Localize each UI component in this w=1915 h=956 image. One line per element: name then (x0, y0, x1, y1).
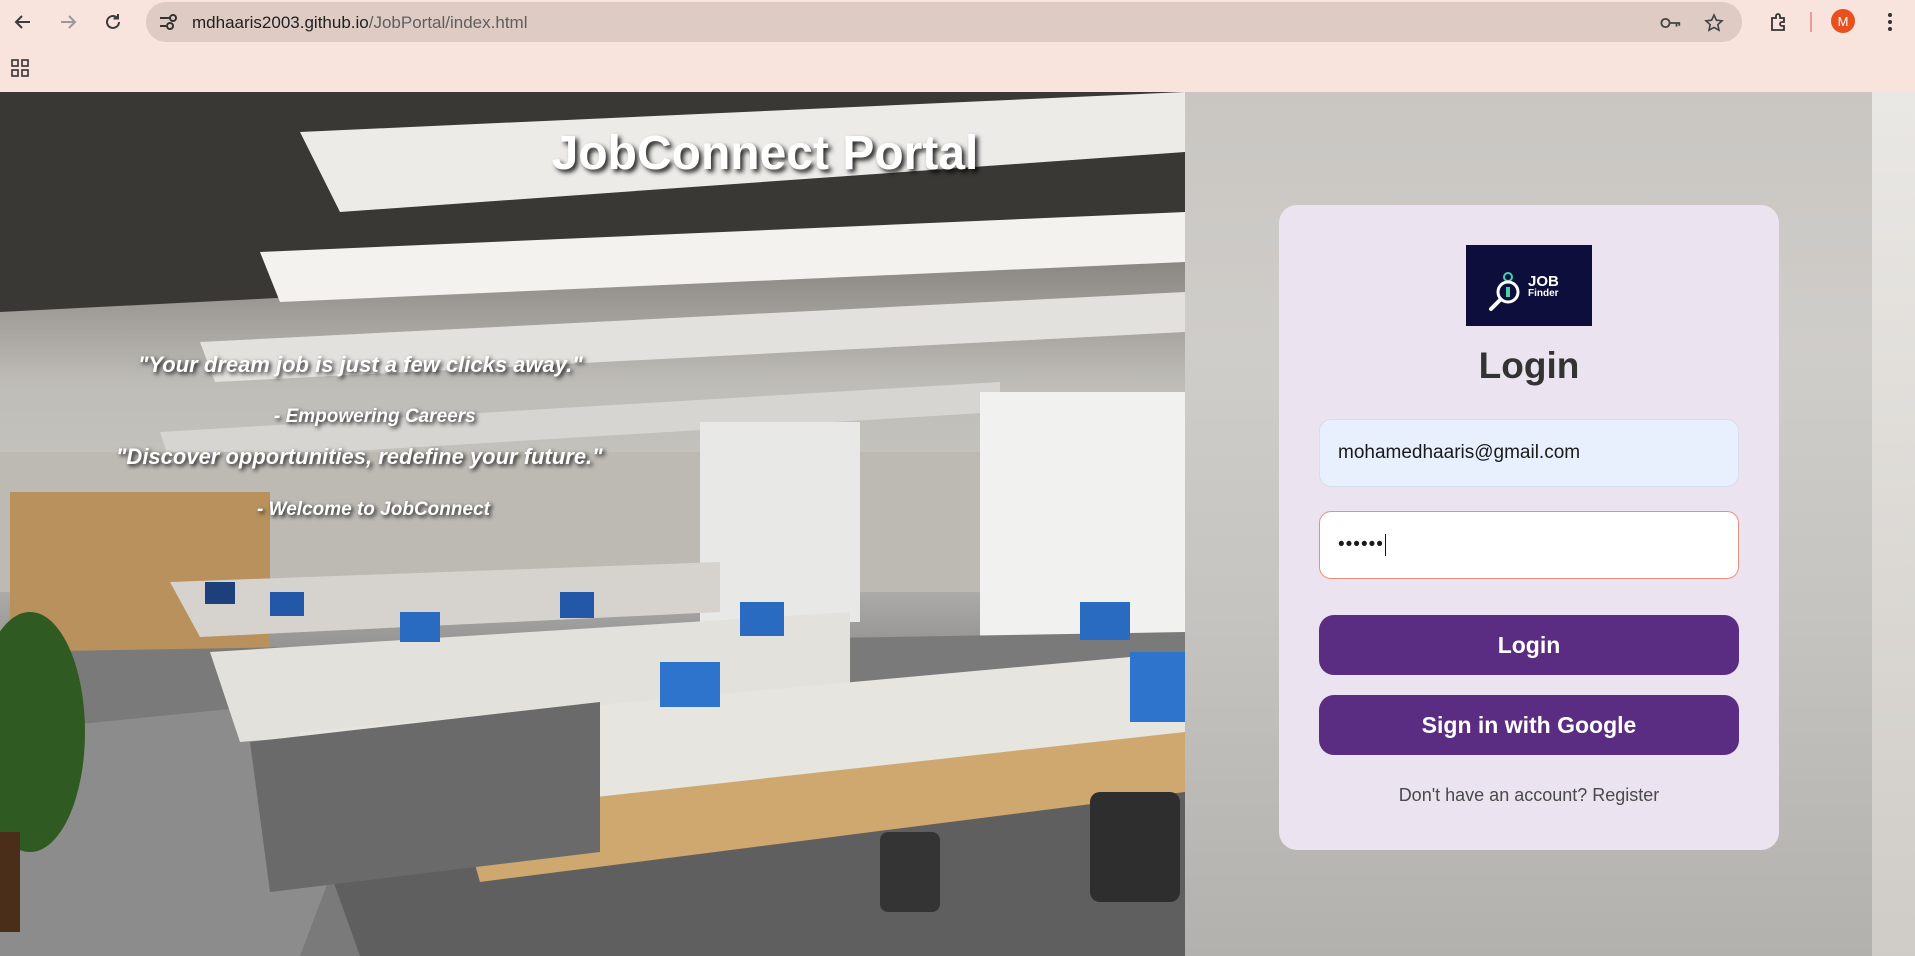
email-field[interactable]: mohamedhaaris@gmail.com (1319, 419, 1739, 487)
logo-text: JOB Finder (1528, 274, 1559, 300)
apps-grid-icon[interactable] (6, 54, 34, 82)
page-content: JobConnect Portal "Your dream job is jus… (0, 92, 1915, 956)
login-title: Login (1478, 345, 1580, 386)
quote-2-text: "Discover opportunities, redefine your f… (116, 444, 603, 469)
logo-line-2: Finder (1528, 288, 1559, 299)
menu-kebab-icon[interactable] (1876, 8, 1904, 36)
browser-toolbar: mdhaaris2003.github.io/JobPortal/index.h… (0, 0, 1915, 44)
profile-avatar[interactable]: M (1831, 9, 1855, 33)
office-illustration (0, 92, 1185, 956)
email-value: mohamedhaaris@gmail.com (1338, 442, 1581, 463)
quote-1-author: - Empowering Careers (274, 406, 476, 427)
site-settings-icon[interactable] (156, 11, 180, 33)
background-strip (1872, 92, 1915, 956)
extensions-icon[interactable] (1764, 8, 1792, 36)
back-icon[interactable] (9, 8, 37, 36)
url-path: /JobPortal/index.html (368, 13, 528, 32)
hero-title: JobConnect Portal (551, 127, 979, 180)
register-link[interactable]: Don't have an account? Register (1279, 785, 1779, 806)
bookmark-star-icon[interactable] (1703, 12, 1725, 34)
password-field[interactable]: •••••• (1319, 511, 1739, 579)
job-finder-logo: JOB Finder (1466, 245, 1592, 326)
quote-2-author: - Welcome to JobConnect (257, 499, 490, 520)
toolbar-divider (1810, 12, 1812, 32)
login-card: JOB Finder Login mohamedhaaris@gmail.com… (1279, 205, 1779, 850)
url-host: mdhaaris2003.github.io (192, 13, 369, 32)
login-button[interactable]: Login (1319, 615, 1739, 675)
quote-1-text: "Your dream job is just a few clicks awa… (138, 352, 583, 377)
google-sign-in-button[interactable]: Sign in with Google (1319, 695, 1739, 755)
password-key-icon[interactable] (1660, 12, 1682, 34)
url-text: mdhaaris2003.github.io/JobPortal/index.h… (192, 13, 527, 33)
bookmarks-bar (0, 44, 1915, 92)
password-value: •••••• (1338, 534, 1384, 555)
magnifier-icon (1489, 272, 1520, 311)
forward-icon[interactable] (54, 8, 82, 36)
text-caret (1384, 534, 1386, 556)
hero-office-image: JobConnect Portal "Your dream job is jus… (0, 92, 1185, 956)
address-bar[interactable]: mdhaaris2003.github.io/JobPortal/index.h… (146, 2, 1742, 42)
reload-icon[interactable] (99, 8, 127, 36)
